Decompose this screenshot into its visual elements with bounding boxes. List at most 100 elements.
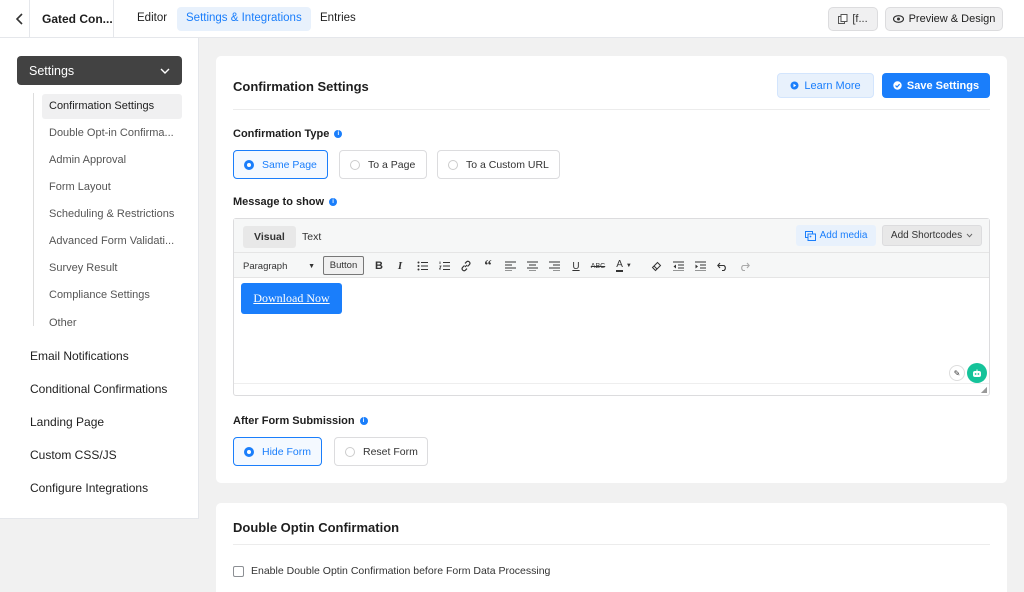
paragraph-format-select[interactable]: Paragraph ▼: [238, 257, 320, 275]
outdent-icon[interactable]: [669, 257, 687, 275]
media-icon: [804, 230, 816, 241]
paragraph-label: Paragraph: [243, 260, 288, 272]
divider: [113, 0, 114, 38]
align-center-icon[interactable]: [523, 257, 541, 275]
text-color-icon[interactable]: A ▼: [611, 257, 637, 275]
sidebar-item-survey-result[interactable]: Survey Result: [42, 256, 182, 281]
add-shortcodes-dropdown[interactable]: Add Shortcodes: [882, 225, 982, 246]
radio-label: To a Custom URL: [466, 158, 549, 171]
add-shortcodes-label: Add Shortcodes: [890, 230, 963, 241]
after-submission-label: After Form Submission i: [233, 415, 368, 427]
indent-icon[interactable]: [691, 257, 709, 275]
chevron-left-icon[interactable]: [10, 9, 30, 29]
grammarly-widget[interactable]: ✎: [949, 363, 987, 383]
bold-icon[interactable]: B: [370, 257, 388, 275]
sidebar-item-scheduling[interactable]: Scheduling & Restrictions: [42, 202, 182, 227]
link-icon[interactable]: [457, 257, 475, 275]
radio-hide-form[interactable]: Hide Form: [233, 437, 322, 466]
divider: [233, 109, 990, 110]
form-title: Gated Con...: [42, 12, 113, 26]
feather-icon[interactable]: ✎: [949, 365, 965, 381]
eraser-icon[interactable]: [647, 257, 665, 275]
sidebar-item-landing-page[interactable]: Landing Page: [30, 415, 104, 429]
caret-down-icon: ▼: [308, 262, 315, 270]
confirmation-type-text: Confirmation Type: [233, 128, 330, 140]
numbered-list-icon[interactable]: [435, 257, 453, 275]
after-submission-text: After Form Submission: [233, 415, 355, 427]
strikethrough-icon[interactable]: ABC: [589, 257, 607, 275]
save-settings-button[interactable]: Save Settings: [882, 73, 990, 98]
bullet-list-icon[interactable]: [413, 257, 431, 275]
chevron-down-icon: [966, 233, 973, 238]
tab-settings-integrations[interactable]: Settings & Integrations: [177, 7, 311, 31]
radio-label: Same Page: [262, 158, 317, 171]
message-editor: Visual Text Add media Add Shortcodes Par…: [233, 218, 990, 396]
message-label: Message to show i: [233, 196, 338, 208]
robot-icon[interactable]: [967, 363, 987, 383]
add-media-button[interactable]: Add media: [796, 225, 876, 246]
learn-more-button[interactable]: Learn More: [777, 73, 874, 98]
play-circle-icon: [790, 81, 799, 90]
blockquote-icon[interactable]: “: [479, 257, 497, 275]
info-icon[interactable]: i: [359, 417, 368, 425]
underline-icon[interactable]: U: [567, 257, 585, 275]
undo-icon[interactable]: [713, 257, 731, 275]
sidebar-item-advanced-validation[interactable]: Advanced Form Validati...: [42, 229, 182, 254]
double-optin-checkbox[interactable]: [233, 565, 244, 577]
align-left-icon[interactable]: [501, 257, 519, 275]
radio-to-a-page[interactable]: To a Page: [339, 150, 427, 179]
confirmation-type-label: Confirmation Type i: [233, 128, 343, 140]
sidebar-item-compliance[interactable]: Compliance Settings: [42, 283, 182, 308]
settings-label: Settings: [29, 63, 75, 78]
divider: [29, 0, 30, 38]
save-label: Save Settings: [906, 79, 980, 92]
sidebar-item-email-notifications[interactable]: Email Notifications: [30, 349, 129, 363]
sidebar-item-configure-integrations[interactable]: Configure Integrations: [30, 481, 148, 495]
editor-content-area[interactable]: Download Now: [234, 278, 989, 383]
radio-indicator: [345, 446, 355, 457]
shortcode-copy-button[interactable]: [f...: [828, 7, 878, 31]
preview-design-button[interactable]: Preview & Design: [885, 7, 1003, 31]
sidebar-item-confirmation-settings[interactable]: Confirmation Settings: [42, 94, 182, 119]
confirmation-settings-card: Confirmation Settings Learn More Save Se…: [216, 56, 1007, 483]
sidebar-item-form-layout[interactable]: Form Layout: [42, 175, 182, 200]
tab-entries[interactable]: Entries: [311, 7, 365, 31]
sidebar-item-double-optin[interactable]: Double Opt-in Confirma...: [42, 121, 182, 146]
divider: [233, 544, 990, 545]
info-icon[interactable]: i: [329, 198, 338, 206]
italic-icon[interactable]: I: [391, 257, 409, 275]
page-title: Confirmation Settings: [233, 79, 369, 94]
copy-icon: [838, 14, 848, 24]
radio-same-page[interactable]: Same Page: [233, 150, 328, 179]
preview-label: Preview & Design: [908, 13, 996, 25]
resize-handle-icon[interactable]: ◢: [981, 385, 987, 394]
add-media-label: Add media: [819, 230, 868, 241]
radio-indicator: [350, 159, 360, 170]
sidebar-item-other[interactable]: Other: [42, 311, 182, 336]
radio-reset-form[interactable]: Reset Form: [334, 437, 428, 466]
message-label-text: Message to show: [233, 196, 325, 208]
sidebar-item-admin-approval[interactable]: Admin Approval: [42, 148, 182, 173]
info-icon[interactable]: i: [334, 130, 343, 138]
insert-button-button[interactable]: Button: [323, 256, 364, 275]
sidebar-item-custom-css-js[interactable]: Custom CSS/JS: [30, 448, 117, 462]
download-now-button[interactable]: Download Now: [241, 283, 342, 314]
radio-custom-url[interactable]: To a Custom URL: [437, 150, 560, 179]
redo-icon[interactable]: [735, 257, 753, 275]
tab-editor[interactable]: Editor: [128, 7, 176, 31]
shortcode-label: [f...: [852, 13, 868, 25]
radio-label: To a Page: [368, 158, 416, 171]
double-optin-checkbox-row[interactable]: Enable Double Optin Confirmation before …: [233, 565, 550, 577]
check-circle-icon: [893, 81, 902, 90]
settings-dropdown[interactable]: Settings: [17, 56, 182, 85]
editor-status-bar: ◢: [234, 383, 989, 395]
chevron-down-icon: [160, 68, 170, 74]
align-right-icon[interactable]: [545, 257, 563, 275]
top-bar: Gated Con... Editor Settings & Integrati…: [0, 0, 1024, 38]
learn-more-label: Learn More: [804, 79, 861, 92]
eye-icon: [892, 15, 904, 23]
editor-tab-visual[interactable]: Visual: [243, 226, 296, 248]
editor-tab-text[interactable]: Text: [291, 226, 332, 248]
radio-label: Reset Form: [363, 445, 418, 458]
sidebar-item-conditional-confirmations[interactable]: Conditional Confirmations: [30, 382, 167, 396]
